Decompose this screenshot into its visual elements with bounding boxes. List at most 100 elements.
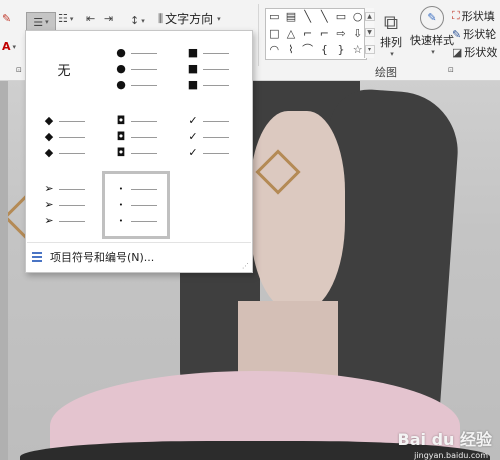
bullet-preview: • • • bbox=[115, 183, 157, 227]
bullet-option-filled-round[interactable]: ● ● ● bbox=[102, 35, 170, 103]
hollow-square-bullet-icon: ◘ bbox=[116, 146, 126, 159]
quick-styles-icon: ✎ bbox=[420, 6, 444, 30]
chevron-down-icon: ▾ bbox=[45, 18, 49, 26]
increase-indent-button[interactable]: ⇥ bbox=[104, 12, 113, 25]
diamond-bullet-icon: ◆ bbox=[44, 130, 54, 143]
line-shape-icon[interactable]: ╲ bbox=[299, 9, 316, 26]
elbow-arrow-shape-icon[interactable]: ⌐ bbox=[316, 26, 333, 43]
arrange-button[interactable]: ⧉ 排列 ▾ bbox=[380, 10, 402, 58]
font-color-icon: A bbox=[2, 40, 11, 53]
filled-circle-bullet-icon: ● bbox=[116, 78, 126, 91]
dialog-launcher-icon: ⊡ bbox=[448, 66, 454, 74]
bullet-preview: ✓ ✓ ✓ bbox=[187, 115, 229, 159]
chevron-up-icon[interactable]: ▲ bbox=[364, 11, 375, 21]
rectangle-shape-icon[interactable]: ▭ bbox=[333, 9, 350, 26]
bullet-option-filled-square[interactable]: ■ ■ ■ bbox=[174, 35, 242, 103]
text-direction-icon: ⫼ bbox=[158, 11, 164, 25]
bullet-library-grid: 无 ● ● ● ■ ■ ■ ◆ ◆ ◆ ◘ ◘ ◘ ✓ ✓ ✓ ➢ ➢ ➢ • … bbox=[30, 35, 248, 241]
bullet-dropdown-menu: 无 ● ● ● ■ ■ ■ ◆ ◆ ◆ ◘ ◘ ◘ ✓ ✓ ✓ ➢ ➢ ➢ • … bbox=[25, 30, 253, 273]
bullet-option-diamond[interactable]: ◆ ◆ ◆ bbox=[30, 103, 98, 171]
shape-outline-button[interactable]: ✎ 形状轮 bbox=[452, 26, 496, 42]
textbox-shape-icon[interactable]: ▭ bbox=[266, 9, 283, 26]
shape-effects-icon: ◪ bbox=[452, 45, 463, 59]
line-spacing-button[interactable]: ↕ ▾ bbox=[130, 14, 145, 27]
bullets-and-numbering-menu-item[interactable]: 项目符号和编号(N)... bbox=[32, 247, 154, 267]
font-dialog-launcher[interactable]: ⊡ bbox=[14, 66, 22, 74]
bullets-and-numbering-label: 项目符号和编号(N)... bbox=[50, 251, 155, 264]
small-dot-bullet-icon: • bbox=[118, 217, 124, 225]
menu-divider bbox=[27, 242, 251, 243]
drawing-group-label: 绘图 bbox=[375, 66, 397, 79]
bullet-list-icon: ☰ bbox=[33, 15, 44, 29]
checkmark-bullet-icon: ✓ bbox=[188, 130, 198, 143]
shape-fill-button[interactable]: ⛶ 形状填 bbox=[452, 8, 495, 24]
small-dot-bullet-icon: • bbox=[118, 201, 124, 209]
diamond-bullet-icon: ◆ bbox=[44, 114, 54, 127]
shape-gallery[interactable]: ▭ ▤ ╲ ╲ ▭ ○ □ △ ⌐ ⌐ ⇨ ⇩ ◠ ⌇ ⌒ { } ☆ bbox=[265, 8, 367, 60]
hollow-square-bullet-icon: ◘ bbox=[116, 114, 126, 127]
numbered-list-icon: ☷ bbox=[58, 12, 68, 25]
text-direction-button[interactable]: ⫼ 文字方向 ▾ bbox=[158, 10, 221, 27]
bullet-preview: ■ ■ ■ bbox=[187, 47, 229, 91]
baidu-watermark: Bai du 经验 bbox=[397, 430, 492, 449]
ribbon-separator bbox=[258, 4, 259, 66]
bullet-list-icon bbox=[32, 252, 42, 262]
decrease-indent-button[interactable]: ⇤ bbox=[86, 12, 95, 25]
arrange-label: 排列 bbox=[380, 36, 402, 49]
bullet-none-label: 无 bbox=[57, 63, 71, 79]
shape-gallery-scrollbar[interactable]: ▲ ▼ ▾ bbox=[364, 8, 375, 58]
filled-square-bullet-icon: ■ bbox=[187, 46, 199, 59]
more-icon[interactable]: ▾ bbox=[364, 45, 375, 55]
rounded-rectangle-shape-icon[interactable]: □ bbox=[266, 26, 283, 43]
dialog-launcher-icon: ⊡ bbox=[16, 66, 22, 74]
filled-square-bullet-icon: ■ bbox=[187, 78, 199, 91]
quick-styles-button[interactable]: ✎ 快速样式 ▾ bbox=[410, 6, 454, 56]
pen-icon: ✎ bbox=[452, 27, 462, 41]
filled-circle-bullet-icon: ● bbox=[116, 46, 126, 59]
baidu-watermark-url: jingyan.baidu.com bbox=[414, 451, 488, 460]
checkmark-bullet-icon: ✓ bbox=[188, 114, 198, 127]
bullet-preview: ◆ ◆ ◆ bbox=[43, 115, 85, 159]
filled-square-bullet-icon: ■ bbox=[187, 62, 199, 75]
vertical-textbox-shape-icon[interactable]: ▤ bbox=[283, 9, 300, 26]
arc-shape-icon[interactable]: ⌒ bbox=[299, 42, 316, 59]
chevron-down-icon[interactable]: ▼ bbox=[364, 28, 375, 38]
bullet-option-arrowhead[interactable]: ➢ ➢ ➢ bbox=[30, 171, 98, 239]
chevron-down-icon: ▾ bbox=[431, 48, 435, 56]
paint-bucket-icon: ⛶ bbox=[452, 9, 460, 22]
shape-effects-label: 形状效 bbox=[464, 46, 498, 59]
arrow-line-shape-icon[interactable]: ╲ bbox=[316, 9, 333, 26]
eraser-icon: ✎ bbox=[2, 12, 12, 25]
font-color-button[interactable]: A ▾ bbox=[2, 40, 16, 53]
numbering-button[interactable]: ☷ ▾ bbox=[58, 12, 73, 25]
clear-formatting-button[interactable]: ✎ bbox=[2, 12, 11, 25]
triangle-shape-icon[interactable]: △ bbox=[283, 26, 300, 43]
filled-circle-bullet-icon: ● bbox=[116, 62, 126, 75]
shape-effects-button[interactable]: ◪ 形状效 bbox=[452, 44, 497, 60]
bullet-preview: ● ● ● bbox=[115, 47, 157, 91]
line-spacing-icon: ↕ bbox=[130, 14, 140, 27]
quick-styles-label: 快速样式 bbox=[410, 34, 454, 47]
chevron-down-icon: ▾ bbox=[390, 50, 394, 58]
shape-outline-label: 形状轮 bbox=[463, 28, 497, 41]
chevron-down-icon: ▾ bbox=[69, 14, 74, 23]
right-arrow-shape-icon[interactable]: ⇨ bbox=[333, 26, 350, 43]
bullet-option-none[interactable]: 无 bbox=[30, 35, 98, 103]
bullet-option-checkmark[interactable]: ✓ ✓ ✓ bbox=[174, 103, 242, 171]
callout-shape-icon[interactable]: ◠ bbox=[266, 42, 283, 59]
arrange-icon: ⧉ bbox=[383, 10, 399, 34]
increase-indent-icon: ⇥ bbox=[104, 12, 114, 25]
bullets-button[interactable]: ☰ ▾ bbox=[26, 12, 56, 32]
photo-face bbox=[250, 111, 345, 311]
arrowhead-bullet-icon: ➢ bbox=[44, 198, 54, 211]
elbow-connector-shape-icon[interactable]: ⌐ bbox=[299, 26, 316, 43]
curve-shape-icon[interactable]: ⌇ bbox=[283, 42, 300, 59]
resize-grip-icon[interactable]: ⋰ bbox=[242, 262, 249, 270]
bullet-option-hollow-square[interactable]: ◘ ◘ ◘ bbox=[102, 103, 170, 171]
drawing-dialog-launcher[interactable]: ⊡ bbox=[446, 66, 454, 74]
left-brace-shape-icon[interactable]: { bbox=[316, 42, 333, 59]
chevron-down-icon: ▾ bbox=[141, 16, 145, 25]
bullet-option-small-dot[interactable]: • • • bbox=[102, 171, 170, 239]
right-brace-shape-icon[interactable]: } bbox=[333, 42, 350, 59]
bullet-preview: ➢ ➢ ➢ bbox=[43, 183, 85, 227]
